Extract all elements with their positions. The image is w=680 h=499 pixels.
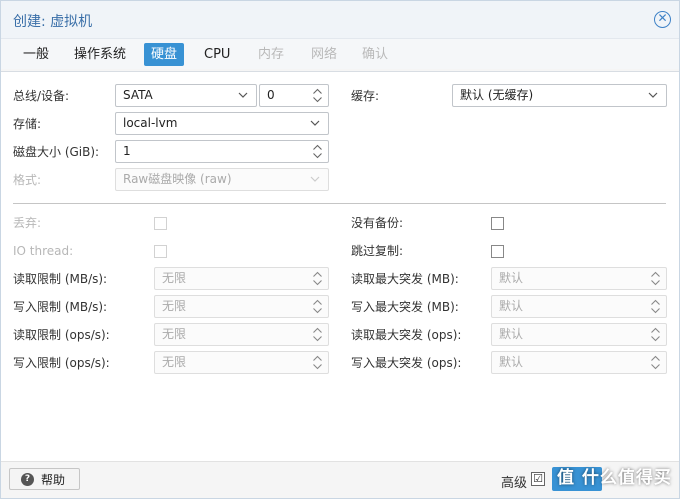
storage-value: local-lvm bbox=[123, 116, 178, 130]
chevron-down-icon bbox=[648, 92, 658, 98]
write-burst-mb-label: 写入最大突发 (MB): bbox=[351, 300, 459, 314]
create-vm-dialog: 创建: 虚拟机 ✕ 一般 操作系统 硬盘 CPU 内存 网络 确认 总线/设备:… bbox=[0, 0, 680, 499]
storage-label: 存储: bbox=[13, 117, 42, 131]
write-limit-mb-value: 无限 bbox=[162, 299, 187, 313]
spinner-arrows-icon[interactable] bbox=[312, 298, 323, 315]
section-divider bbox=[13, 203, 666, 204]
read-limit-ops-value: 无限 bbox=[162, 327, 187, 341]
format-select: Raw磁盘映像 (raw) bbox=[115, 168, 329, 191]
read-burst-ops-value: 默认 bbox=[499, 327, 524, 341]
device-number-stepper[interactable]: 0 bbox=[259, 84, 329, 107]
bus-value: SATA bbox=[123, 88, 153, 102]
skip-replication-checkbox[interactable] bbox=[491, 245, 504, 258]
watermark: 值 什么值得买 bbox=[557, 468, 672, 488]
write-burst-ops-stepper[interactable]: 默认 bbox=[491, 351, 667, 374]
write-burst-ops-value: 默认 bbox=[499, 355, 524, 369]
write-limit-ops-value: 无限 bbox=[162, 355, 187, 369]
spinner-arrows-icon[interactable] bbox=[650, 326, 661, 343]
spinner-arrows-icon[interactable] bbox=[312, 87, 323, 104]
no-backup-checkbox[interactable] bbox=[491, 217, 504, 230]
write-burst-mb-value: 默认 bbox=[499, 299, 524, 313]
help-button[interactable]: ? 帮助 bbox=[9, 468, 80, 490]
no-backup-label: 没有备份: bbox=[351, 216, 404, 230]
bus-select[interactable]: SATA bbox=[115, 84, 257, 107]
wizard-tabs: 一般 操作系统 硬盘 CPU 内存 网络 确认 bbox=[1, 39, 679, 69]
write-limit-ops-stepper[interactable]: 无限 bbox=[154, 351, 329, 374]
tab-memory: 内存 bbox=[258, 47, 285, 62]
discard-label: 丢弃: bbox=[13, 216, 42, 230]
tab-hard-disk[interactable]: 硬盘 bbox=[144, 43, 185, 66]
spinner-arrows-icon[interactable] bbox=[650, 354, 661, 371]
disk-size-value: 1 bbox=[123, 144, 131, 158]
read-limit-ops-stepper[interactable]: 无限 bbox=[154, 323, 329, 346]
spinner-arrows-icon[interactable] bbox=[312, 326, 323, 343]
storage-select[interactable]: local-lvm bbox=[115, 112, 329, 135]
spinner-arrows-icon[interactable] bbox=[650, 270, 661, 287]
dialog-header: 创建: 虚拟机 ✕ bbox=[1, 1, 679, 39]
skip-replication-label: 跳过复制: bbox=[351, 244, 404, 258]
tab-confirm: 确认 bbox=[362, 47, 389, 62]
write-limit-mb-label: 写入限制 (MB/s): bbox=[13, 300, 108, 314]
read-burst-ops-label: 读取最大突发 (ops): bbox=[351, 328, 462, 342]
close-icon[interactable]: ✕ bbox=[654, 11, 671, 28]
io-thread-label: IO thread: bbox=[13, 244, 74, 258]
read-burst-mb-stepper[interactable]: 默认 bbox=[491, 267, 667, 290]
read-burst-mb-label: 读取最大突发 (MB): bbox=[351, 272, 459, 286]
tab-general[interactable]: 一般 bbox=[16, 43, 56, 66]
spinner-arrows-icon[interactable] bbox=[312, 354, 323, 371]
tab-network: 网络 bbox=[311, 47, 338, 62]
advanced-label: 高级 bbox=[501, 476, 528, 491]
spinner-arrows-icon[interactable] bbox=[312, 270, 323, 287]
read-limit-mb-label: 读取限制 (MB/s): bbox=[13, 272, 108, 286]
write-limit-ops-label: 写入限制 (ops/s): bbox=[13, 356, 110, 370]
read-limit-mb-value: 无限 bbox=[162, 271, 187, 285]
chevron-down-icon bbox=[310, 120, 320, 126]
help-button-label: 帮助 bbox=[41, 473, 66, 487]
discard-checkbox bbox=[154, 217, 167, 230]
read-burst-mb-value: 默认 bbox=[499, 271, 524, 285]
disk-size-label: 磁盘大小 (GiB): bbox=[13, 145, 100, 159]
cache-select[interactable]: 默认 (无缓存) bbox=[452, 84, 667, 107]
write-burst-ops-label: 写入最大突发 (ops): bbox=[351, 356, 462, 370]
dialog-title: 创建: 虚拟机 bbox=[13, 14, 93, 30]
device-number-value: 0 bbox=[267, 88, 275, 102]
read-limit-mb-stepper[interactable]: 无限 bbox=[154, 267, 329, 290]
io-thread-checkbox bbox=[154, 245, 167, 258]
tab-os[interactable]: 操作系统 bbox=[67, 43, 133, 66]
disk-panel: 总线/设备: SATA 0 缓存: 默认 (无缓存) 存储: local-lvm… bbox=[1, 71, 679, 461]
write-limit-mb-stepper[interactable]: 无限 bbox=[154, 295, 329, 318]
spinner-arrows-icon[interactable] bbox=[312, 143, 323, 160]
spinner-arrows-icon[interactable] bbox=[650, 298, 661, 315]
format-value: Raw磁盘映像 (raw) bbox=[123, 172, 232, 186]
format-label: 格式: bbox=[13, 173, 42, 187]
read-burst-ops-stepper[interactable]: 默认 bbox=[491, 323, 667, 346]
disk-size-stepper[interactable]: 1 bbox=[115, 140, 329, 163]
cache-label: 缓存: bbox=[351, 89, 380, 103]
cache-value: 默认 (无缓存) bbox=[460, 88, 534, 102]
chevron-down-icon bbox=[238, 92, 248, 98]
advanced-checkbox[interactable]: ☑ bbox=[531, 472, 545, 486]
chevron-down-icon bbox=[310, 176, 320, 182]
write-burst-mb-stepper[interactable]: 默认 bbox=[491, 295, 667, 318]
read-limit-ops-label: 读取限制 (ops/s): bbox=[13, 328, 110, 342]
question-circle-icon: ? bbox=[21, 473, 34, 486]
tab-cpu[interactable]: CPU bbox=[197, 43, 237, 66]
bus-device-label: 总线/设备: bbox=[13, 89, 70, 103]
